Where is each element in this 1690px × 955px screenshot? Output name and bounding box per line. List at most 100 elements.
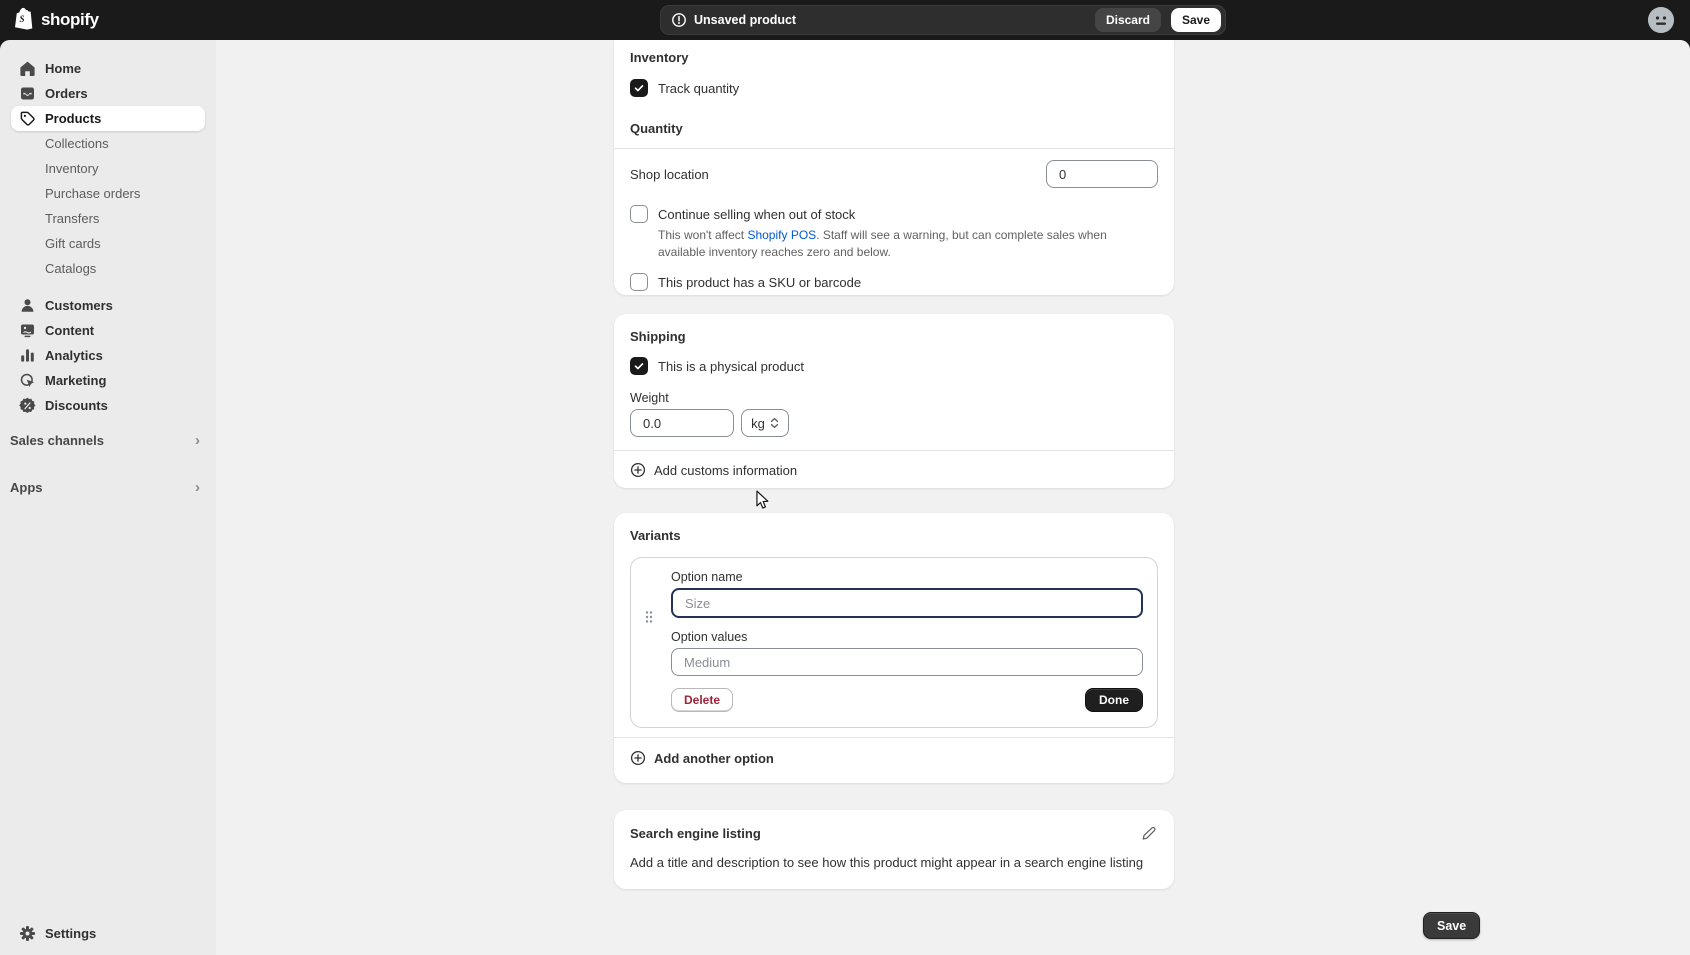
chevron-right-icon: › <box>195 480 200 495</box>
save-button-footer[interactable]: Save <box>1423 912 1480 939</box>
sidebar-item-settings[interactable]: Settings <box>11 921 205 945</box>
divider <box>614 148 1174 149</box>
shipping-title: Shipping <box>614 314 1174 344</box>
continue-selling-row: Continue selling when out of stock <box>614 205 1174 223</box>
sidebar-item-customers[interactable]: Customers <box>11 293 205 318</box>
sidebar-item-label: Gift cards <box>45 236 101 251</box>
weight-input[interactable] <box>630 409 734 437</box>
weight-unit-select[interactable]: kg <box>741 409 789 437</box>
shopify-logo[interactable]: S shopify <box>14 7 99 33</box>
sidebar-section-sales-channels[interactable]: Sales channels › <box>0 428 216 452</box>
sidebar-item-orders[interactable]: Orders <box>11 81 205 106</box>
content-icon <box>19 322 36 339</box>
sidebar-item-label: Inventory <box>45 161 98 176</box>
content-column: Inventory Track quantity Quantity Shop l… <box>614 40 1174 889</box>
save-button-topbar[interactable]: Save <box>1171 8 1221 32</box>
shopify-bag-icon: S <box>14 7 35 33</box>
option-buttons-row: Delete Done <box>671 688 1143 712</box>
chevron-right-icon: › <box>195 433 200 448</box>
main-content: Inventory Track quantity Quantity Shop l… <box>216 40 1690 955</box>
sidebar-nav: Home Orders Products Collections Invento… <box>0 40 216 955</box>
physical-product-checkbox[interactable] <box>630 357 648 375</box>
store-avatar[interactable] <box>1648 7 1674 33</box>
home-icon <box>19 60 36 77</box>
products-icon <box>19 110 36 127</box>
gear-icon <box>19 925 36 942</box>
orders-icon <box>19 85 36 102</box>
sidebar-item-products[interactable]: Products <box>11 106 205 131</box>
seo-description: Add a title and description to see how t… <box>614 855 1174 870</box>
sidebar-item-gift-cards[interactable]: Gift cards <box>11 231 205 256</box>
physical-product-row: This is a physical product <box>614 357 1174 375</box>
shop-location-row: Shop location <box>614 160 1174 188</box>
divider <box>614 737 1174 738</box>
sidebar-item-marketing[interactable]: Marketing <box>11 368 205 393</box>
sidebar-item-label: Content <box>45 323 94 338</box>
add-customs-button[interactable]: Add customs information <box>614 462 1174 478</box>
variants-card: Variants Option name Option values Delet… <box>614 513 1174 783</box>
weight-row: kg <box>614 409 1174 437</box>
option-name-input[interactable] <box>671 588 1143 618</box>
sku-checkbox[interactable] <box>630 273 648 291</box>
edit-seo-button[interactable] <box>1138 823 1158 843</box>
sidebar-item-content[interactable]: Content <box>11 318 205 343</box>
apps-label: Apps <box>10 480 43 495</box>
done-button[interactable]: Done <box>1085 688 1143 712</box>
sales-channels-label: Sales channels <box>10 433 104 448</box>
marketing-icon <box>19 372 36 389</box>
sidebar-item-transfers[interactable]: Transfers <box>11 206 205 231</box>
sidebar-item-catalogs[interactable]: Catalogs <box>11 256 205 281</box>
shipping-card: Shipping This is a physical product Weig… <box>614 314 1174 488</box>
settings-label: Settings <box>45 926 96 941</box>
add-another-option-button[interactable]: Add another option <box>614 750 1174 766</box>
add-customs-label: Add customs information <box>654 463 797 478</box>
quantity-heading: Quantity <box>614 121 1174 136</box>
sidebar-item-collections[interactable]: Collections <box>11 131 205 156</box>
updown-chevrons-icon <box>770 417 779 429</box>
unsaved-product-label: Unsaved product <box>694 13 1095 27</box>
sidebar-item-label: Marketing <box>45 373 106 388</box>
sidebar-item-analytics[interactable]: Analytics <box>11 343 205 368</box>
sidebar-item-home[interactable]: Home <box>11 56 205 81</box>
sidebar-item-inventory[interactable]: Inventory <box>11 156 205 181</box>
sidebar-section-apps[interactable]: Apps › <box>0 475 216 499</box>
sidebar-item-label: Products <box>45 111 101 126</box>
sidebar-gap <box>0 281 216 293</box>
sidebar-item-discounts[interactable]: Discounts <box>11 393 205 418</box>
continue-selling-checkbox[interactable] <box>630 205 648 223</box>
analytics-icon <box>19 347 36 364</box>
weight-unit-value: kg <box>751 416 765 431</box>
seo-title: Search engine listing <box>630 826 761 841</box>
sidebar-item-label: Home <box>45 61 81 76</box>
sidebar-item-label: Orders <box>45 86 88 101</box>
topbar: S shopify Unsaved product Discard Save <box>0 0 1690 40</box>
weight-label: Weight <box>614 391 1174 405</box>
track-quantity-checkbox[interactable] <box>630 79 648 97</box>
sidebar-item-label: Customers <box>45 298 113 313</box>
continue-selling-label: Continue selling when out of stock <box>658 207 855 222</box>
shopify-pos-link[interactable]: Shopify POS <box>747 228 816 242</box>
sidebar-item-label: Catalogs <box>45 261 96 276</box>
contextual-save-bar: Unsaved product Discard Save <box>660 5 1226 35</box>
plus-circle-icon <box>630 462 646 478</box>
continue-selling-help: This won't affect Shopify POS. Staff wil… <box>614 227 1154 260</box>
unsaved-alert-icon <box>671 12 687 28</box>
drag-handle-icon[interactable] <box>644 610 654 627</box>
sku-row: This product has a SKU or barcode <box>614 273 1174 291</box>
svg-text:S: S <box>19 14 24 24</box>
track-quantity-label: Track quantity <box>658 81 739 96</box>
sidebar-item-purchase-orders[interactable]: Purchase orders <box>11 181 205 206</box>
discard-button[interactable]: Discard <box>1095 8 1161 32</box>
variants-title: Variants <box>614 513 1174 543</box>
shopify-wordmark: shopify <box>41 10 99 30</box>
plus-circle-icon <box>630 750 646 766</box>
help-text-pre: This won't affect <box>658 228 747 242</box>
delete-option-button[interactable]: Delete <box>671 688 733 712</box>
option-values-input[interactable] <box>671 648 1143 676</box>
sidebar-item-label: Discounts <box>45 398 108 413</box>
customers-icon <box>19 297 36 314</box>
quantity-input[interactable] <box>1046 160 1158 188</box>
option-values-label: Option values <box>671 630 1143 644</box>
divider <box>614 450 1174 451</box>
variant-option-editor: Option name Option values Delete Done <box>630 557 1158 728</box>
